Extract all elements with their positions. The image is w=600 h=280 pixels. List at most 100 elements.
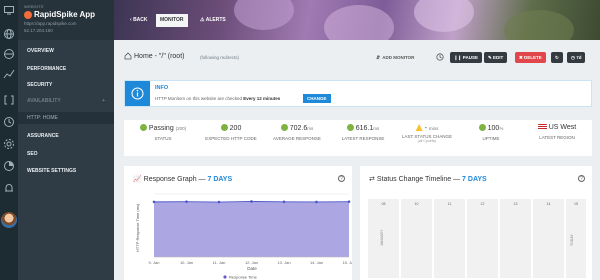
x-tick-label: 15. Jan [342,260,352,265]
stat-note: (all Cpoints) [417,139,437,143]
x-tick-label: 13. Jan [277,260,290,265]
data-point [217,200,221,204]
add-monitor-button[interactable]: ADD MONITOR [376,55,414,61]
timeline-day[interactable]: 14 [533,199,564,278]
data-point [347,200,351,203]
sidebar-item-availability[interactable]: AVAILABILITY + [18,95,114,107]
x-tick-label: 10. Jan [180,260,193,265]
app-name[interactable]: RapidSpike App [34,10,95,19]
history-icon[interactable] [3,116,15,128]
globe-icon[interactable] [3,28,15,40]
info-title: INFO [155,85,169,91]
timeline-day[interactable]: 11 [434,199,465,278]
info-message-text: HTTP Monitors on this website are checke… [155,96,242,101]
help-icon[interactable]: ? [578,175,585,182]
range-button[interactable]: ◷ 7d [567,52,586,63]
data-point [315,200,318,204]
globe-icon[interactable] [3,48,15,60]
transfer-icon: ⇄ [369,176,375,183]
banner-foliage [504,10,574,40]
stat-value: US West [548,124,577,131]
clock-icon[interactable] [436,53,444,61]
stat-average-response: 702.6ms AVERAGE RESPONSE [262,124,332,141]
info-interval: Every 12 minutes [243,96,281,101]
stat-expected-code: 200 EXPECTED HTTP CODE [196,124,266,141]
delete-label: DELETE [524,55,542,60]
plus-icon[interactable]: + [102,95,105,107]
stats-bar: Passing (200) STATUS 200 EXPECTED HTTP C… [124,120,592,156]
sidebar-item-seo[interactable]: SEO [18,148,114,160]
sidebar-header: WEBSITE RapidSpike App https://app.rapid… [18,0,114,40]
legend-marker [223,275,227,279]
code-check-icon [220,124,228,131]
stat-label: UPTIME [482,136,500,141]
home-icon [124,52,132,60]
edit-label: EDIT [493,55,504,60]
stat-value: - [424,125,427,132]
panel-title-text: Status Change Timeline [376,176,452,183]
stat-label: STATUS [154,136,172,141]
stat-value: Passing [148,125,174,132]
x-tick-label: 11. Jan [213,260,226,265]
sidebar-item-http-home[interactable]: HTTP: HOME [18,112,114,124]
sidebar-item-website-settings[interactable]: WEBSITE SETTINGS [18,165,114,177]
area-fill [154,201,349,257]
monitor-header: Home - "/" (root) (following redirects) … [114,46,600,68]
stat-unit: % [499,126,504,131]
clock-icon: ◷ [571,55,575,60]
legend-label[interactable]: Response Time [229,275,258,280]
sidebar-item-performance[interactable]: PERFORMANCE [18,63,114,75]
timeline-day[interactable]: 10 [401,199,432,278]
refresh-button[interactable]: ↻ [551,52,563,63]
delete-button[interactable]: ✖ DELETE [515,52,546,63]
us-flag-icon [537,124,547,130]
settings-icon[interactable] [3,138,15,150]
stat-label: LATEST RESPONSE [341,136,385,141]
edit-button[interactable]: ✎ EDIT [484,52,508,63]
pause-button[interactable]: ❙❙ PAUSE [450,52,482,63]
refresh-icon: ↻ [555,55,559,60]
tab-monitor[interactable]: MONITOR [156,14,188,27]
data-point [152,200,156,204]
timeline-today-label: TODAY [570,234,574,246]
timeline-month-label: JANUARY [380,229,384,246]
sidebar-item-security[interactable]: SECURITY [18,79,114,91]
app-url[interactable]: https://app.rapidspike.com [24,21,77,26]
stat-latest-region: US West LATEST REGION [522,124,592,140]
chart-icon[interactable] [3,68,15,80]
alerts-label: ALERTS [205,17,226,23]
sidebar-item-overview[interactable]: OVERVIEW [18,45,114,57]
change-interval-button[interactable]: CHANGE [303,94,331,103]
stat-last-status-change: - mins LAST STATUS CHANGE (all Cpoints) [392,124,462,143]
app-logo [24,11,32,19]
panel-range[interactable]: 7 DAYS [462,176,487,183]
user-avatar[interactable] [1,212,17,228]
bell-icon[interactable] [3,182,15,194]
stat-unit: ms [373,126,380,131]
timeline-day[interactable]: 13 [500,199,531,278]
checkmark-icon [139,124,147,131]
y-axis-title: HTTP Response Time (ms) [135,203,140,252]
uptime-icon [478,124,486,131]
sidebar-item-assurance[interactable]: ASSURANCE [18,130,114,142]
monitor-icon[interactable] [3,4,15,16]
tab-alerts[interactable]: ⚠ ALERTS [196,14,230,27]
back-button[interactable]: ‹ BACK [126,14,152,27]
x-tick-label: 12. Jan [245,260,258,265]
bracket-icon[interactable] [3,94,15,106]
pause-label: PAUSE [462,55,478,60]
pie-icon[interactable] [3,160,15,172]
banner-flower [414,0,474,32]
timeline-day[interactable]: 15 [566,199,586,278]
timeline-day-number: 10 [414,202,419,206]
timeline-day[interactable]: 12 [467,199,498,278]
app-ip: 52.17.204.150 [24,28,53,33]
stopwatch-icon [346,124,354,131]
stat-status: Passing (200) STATUS [128,124,198,141]
data-point [185,200,188,203]
alert-icon: ⚠ [200,17,205,23]
stat-label: AVERAGE RESPONSE [273,136,321,141]
stat-unit: ms [307,126,314,131]
warning-icon [415,124,423,131]
stat-latest-response: 616.1ms LATEST RESPONSE [328,124,398,141]
